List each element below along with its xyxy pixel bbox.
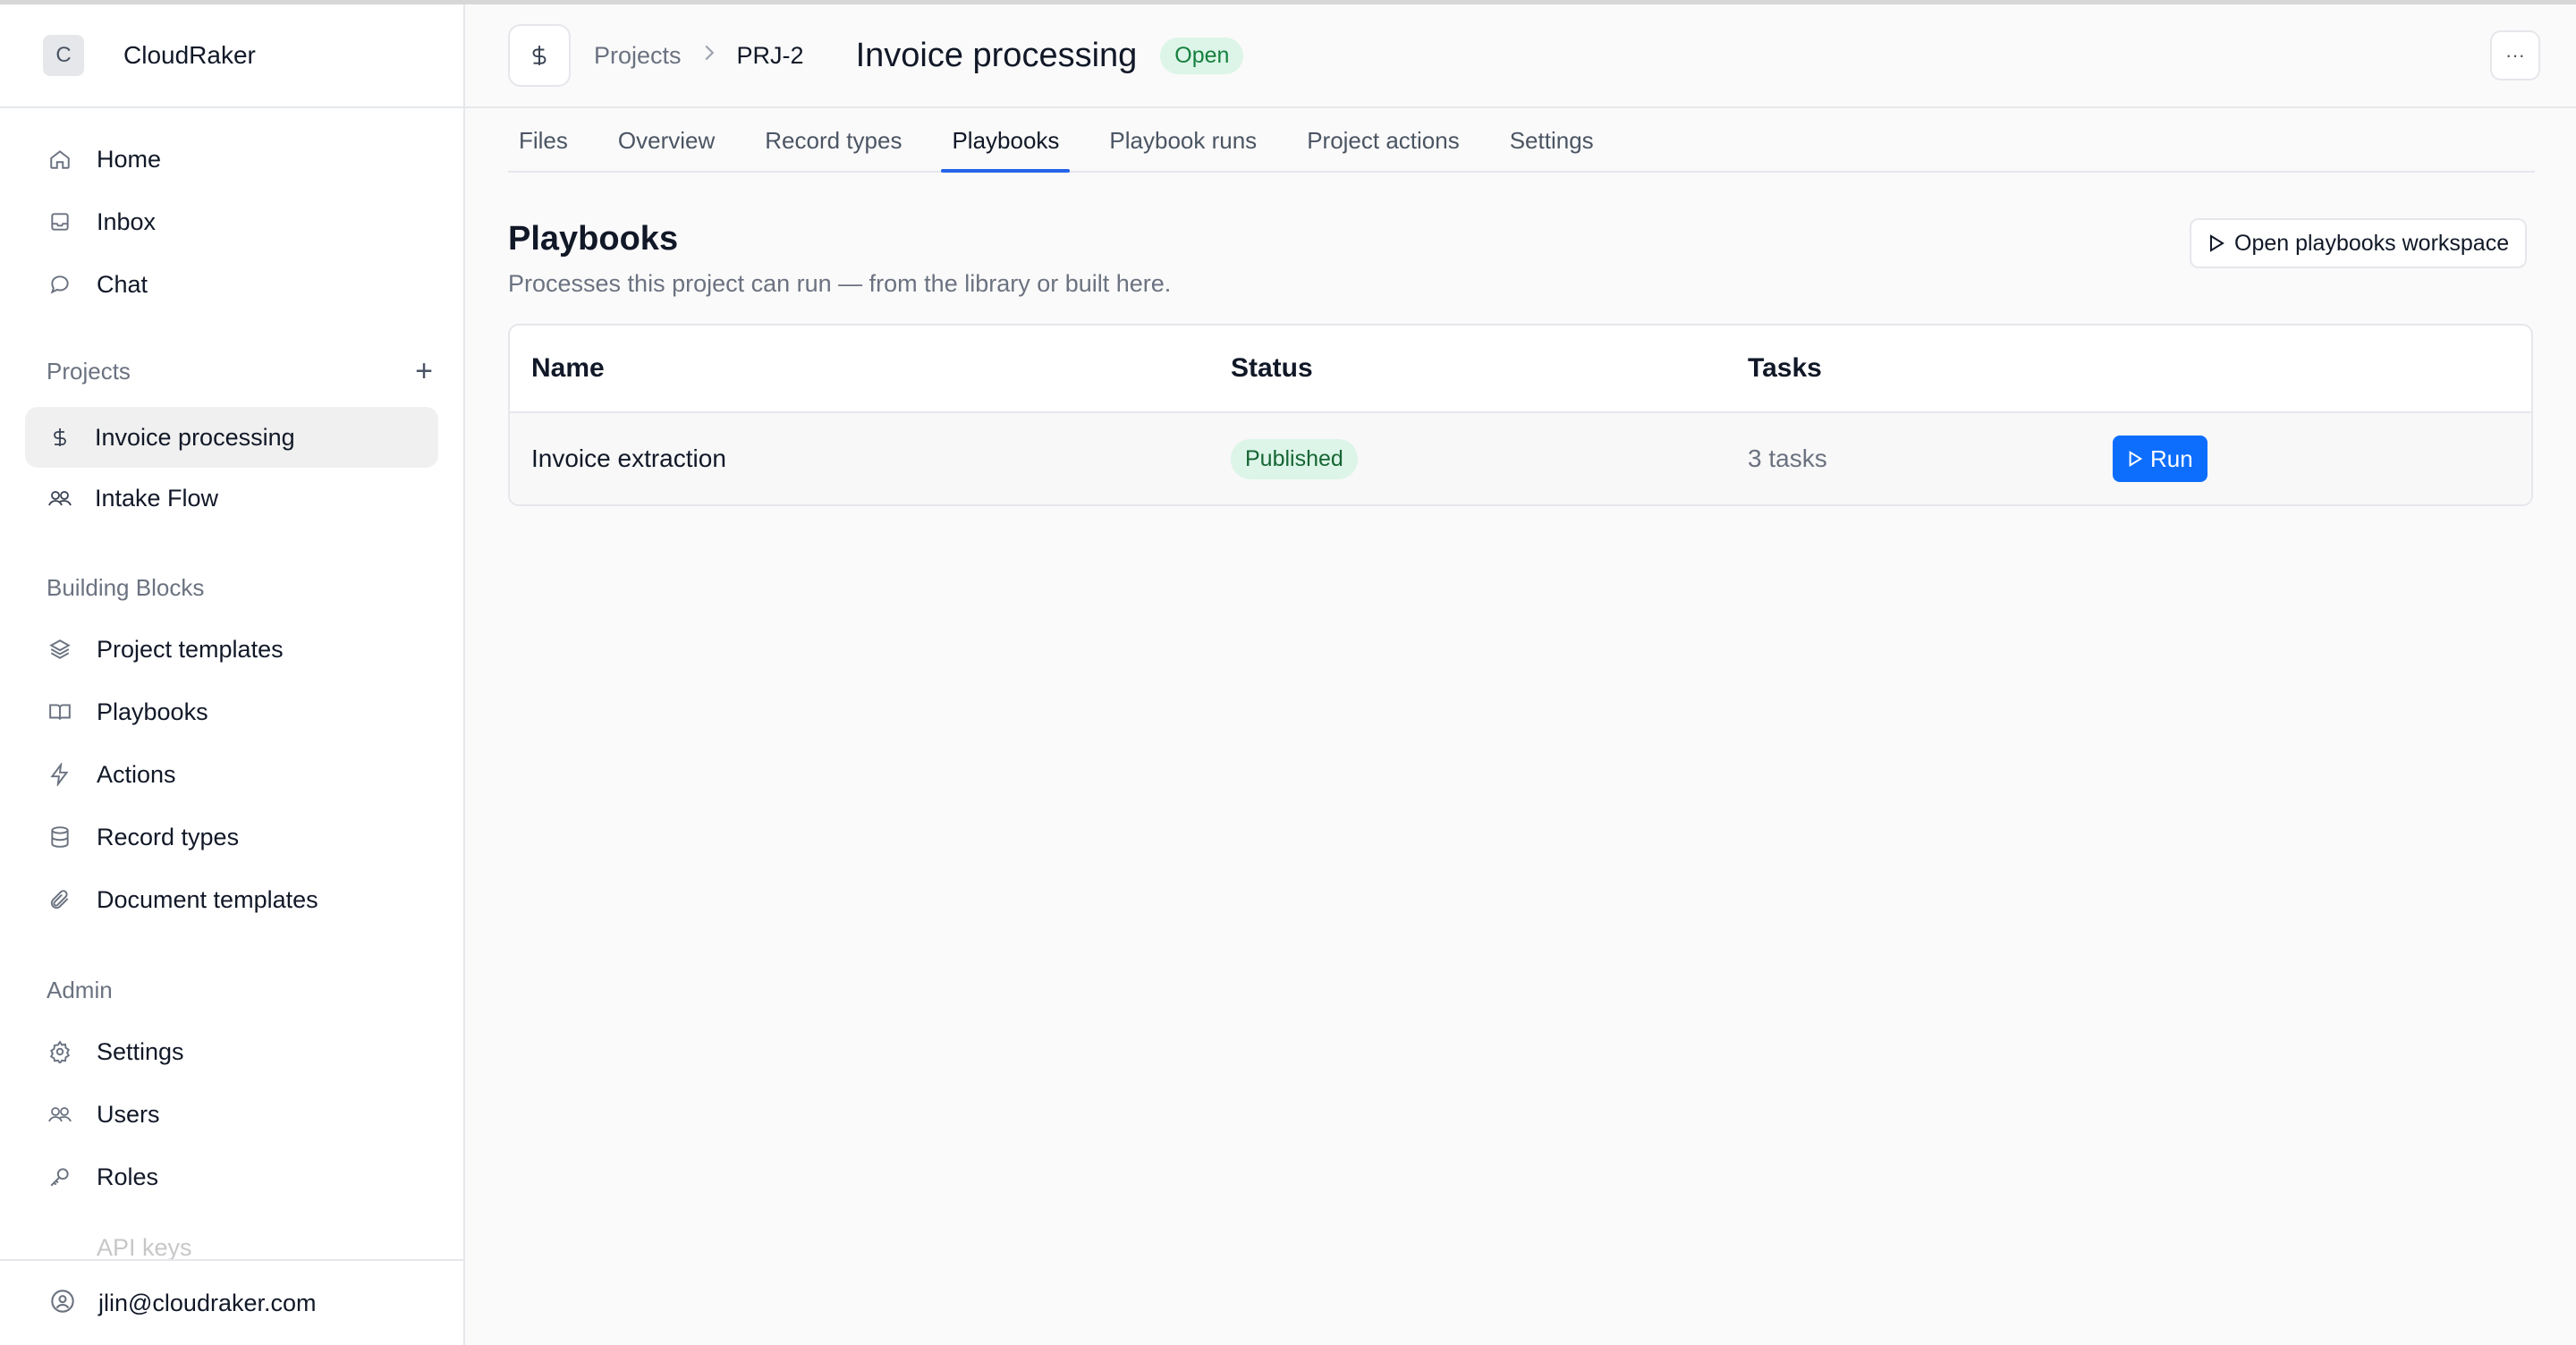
users-icon — [47, 1101, 73, 1128]
column-header-tasks: Tasks — [1748, 353, 1822, 383]
more-options-button[interactable]: ··· — [2490, 30, 2540, 80]
sidebar-item-settings[interactable]: Settings — [0, 1020, 463, 1083]
status-cell: Published — [1231, 413, 1748, 504]
main-nav: Home Inbox Chat — [0, 108, 463, 316]
breadcrumb-projects[interactable]: Projects — [594, 42, 682, 70]
tab-settings[interactable]: Settings — [1499, 110, 1605, 171]
page-title: Invoice processing — [855, 36, 1138, 74]
sidebar-item-intake-flow[interactable]: Intake Flow — [25, 468, 438, 529]
playbook-name[interactable]: Invoice extraction — [510, 413, 1231, 504]
action-cell: Run — [2113, 413, 2531, 504]
project-header: Projects PRJ-2 Invoice processing Open ·… — [465, 4, 2576, 108]
admin-heading: Admin — [47, 976, 113, 1003]
sidebar-item-api-keys-partial[interactable]: API keys — [47, 1234, 192, 1259]
layers-icon — [47, 636, 73, 663]
tab-overview[interactable]: Overview — [607, 110, 725, 171]
sidebar-item-label: Inbox — [97, 207, 157, 235]
brand-logo: C — [43, 35, 84, 76]
user-avatar-icon — [50, 1289, 75, 1318]
play-icon — [2127, 450, 2143, 468]
brand[interactable]: C CloudRaker — [0, 4, 463, 108]
tab-files[interactable]: Files — [508, 110, 579, 171]
sidebar-item-home[interactable]: Home — [0, 128, 463, 190]
brand-name: CloudRaker — [123, 41, 256, 69]
sidebar-item-label: Roles — [97, 1163, 159, 1190]
status-badge: Published — [1231, 438, 1358, 479]
sidebar-item-label: Actions — [97, 760, 176, 788]
sidebar-item-roles[interactable]: Roles — [0, 1146, 463, 1208]
inbox-icon — [47, 208, 73, 235]
run-label: Run — [2150, 444, 2193, 472]
tab-playbooks[interactable]: Playbooks — [941, 110, 1071, 173]
playbooks-table: Name Status Tasks Invoice extraction Pub… — [508, 324, 2533, 506]
sidebar-item-label: Project templates — [97, 635, 284, 663]
sidebar-item-label: Intake Flow — [95, 484, 219, 512]
sidebar-item-playbooks[interactable]: Playbooks — [0, 681, 463, 743]
tab-project-actions[interactable]: Project actions — [1296, 110, 1470, 171]
section-description: Processes this project can run — from th… — [508, 270, 1172, 297]
sidebar-item-label: Record types — [97, 823, 240, 850]
tab-record-types[interactable]: Record types — [754, 110, 912, 171]
table-row[interactable]: Invoice extraction Published 3 tasks Run — [510, 413, 2531, 504]
breadcrumb-project-id[interactable]: PRJ-2 — [737, 42, 804, 70]
sidebar: C CloudRaker Home Inbox Chat Projects + … — [0, 4, 465, 1345]
dollar-icon — [508, 24, 571, 87]
projects-heading: Projects — [47, 357, 131, 385]
sidebar-item-label: Chat — [97, 270, 148, 298]
building-blocks-section-header: Building Blocks — [0, 561, 463, 614]
sidebar-item-invoice-processing[interactable]: Invoice processing — [25, 407, 438, 468]
database-icon — [47, 824, 73, 850]
sidebar-item-project-templates[interactable]: Project templates — [0, 618, 463, 681]
paperclip-icon — [47, 886, 73, 913]
building-blocks-heading: Building Blocks — [47, 573, 205, 601]
column-header-status: Status — [1231, 353, 1313, 383]
sidebar-item-label: Invoice processing — [95, 423, 295, 451]
sidebar-item-label: Users — [97, 1100, 160, 1128]
status-badge: Open — [1160, 37, 1244, 74]
open-workspace-label: Open playbooks workspace — [2234, 230, 2510, 256]
sidebar-item-label: Home — [97, 145, 162, 173]
column-header-actions — [2113, 326, 2531, 411]
run-button[interactable]: Run — [2113, 436, 2207, 482]
sidebar-item-inbox[interactable]: Inbox — [0, 190, 463, 253]
sidebar-item-users[interactable]: Users — [0, 1083, 463, 1146]
dollar-icon — [47, 426, 73, 449]
key-icon — [47, 1163, 73, 1190]
task-count: 3 tasks — [1748, 444, 1827, 472]
add-project-button[interactable]: + — [415, 356, 433, 386]
section-title: Playbooks — [508, 220, 679, 258]
sidebar-item-label: Playbooks — [97, 698, 208, 725]
app-shell: C CloudRaker Home Inbox Chat Projects + … — [0, 4, 2576, 1345]
bolt-icon — [47, 761, 73, 788]
sidebar-item-chat[interactable]: Chat — [0, 253, 463, 316]
projects-section-header: Projects + — [0, 344, 463, 398]
main-content: Projects PRJ-2 Invoice processing Open ·… — [465, 4, 2576, 1345]
play-icon — [2207, 233, 2225, 253]
user-email: jlin@cloudraker.com — [98, 1289, 317, 1316]
sidebar-item-actions[interactable]: Actions — [0, 743, 463, 806]
project-tabs: Files Overview Record types Playbooks Pl… — [508, 110, 2535, 173]
ellipsis-icon: ··· — [2505, 44, 2525, 66]
tab-playbook-runs[interactable]: Playbook runs — [1098, 110, 1267, 171]
sidebar-item-record-types[interactable]: Record types — [0, 806, 463, 868]
admin-section-header: Admin — [0, 963, 463, 1017]
table-header: Name Status Tasks — [510, 326, 2531, 413]
sidebar-item-label: Document templates — [97, 885, 318, 913]
users-icon — [47, 486, 73, 510]
sidebar-item-label: Settings — [97, 1037, 184, 1065]
home-icon — [47, 146, 73, 173]
book-icon — [47, 698, 73, 725]
open-playbooks-workspace-button[interactable]: Open playbooks workspace — [2190, 218, 2528, 268]
column-header-name: Name — [531, 353, 605, 383]
chevron-right-icon — [703, 43, 716, 68]
user-footer[interactable]: jlin@cloudraker.com — [0, 1259, 463, 1345]
sidebar-item-document-templates[interactable]: Document templates — [0, 868, 463, 931]
chat-icon — [47, 271, 73, 298]
gear-icon — [47, 1038, 73, 1065]
